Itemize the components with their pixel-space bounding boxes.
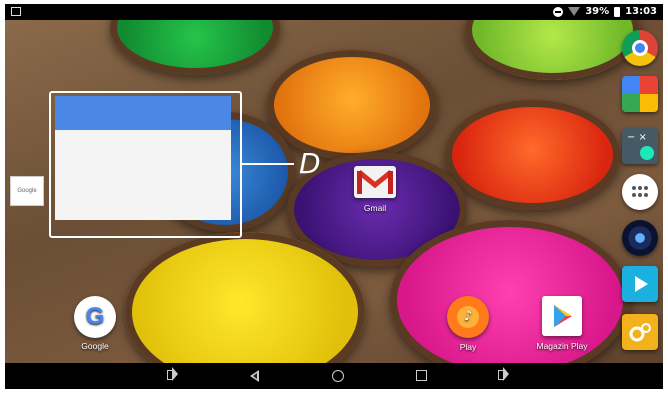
volume-up-icon[interactable] xyxy=(498,367,509,381)
gmail-icon xyxy=(354,166,396,198)
callout-leader-line xyxy=(242,163,294,165)
chrome-icon[interactable] xyxy=(622,30,658,66)
volume-down-icon[interactable] xyxy=(167,367,178,381)
music-speaker-icon[interactable] xyxy=(622,220,658,256)
play-music-icon: ♪ xyxy=(447,296,489,338)
gmail-label: Gmail xyxy=(363,203,387,213)
google-widget-label: Google xyxy=(17,188,37,194)
battery-icon xyxy=(614,6,621,17)
apps-drawer-icon[interactable] xyxy=(622,174,658,210)
recent-apps-icon[interactable] xyxy=(416,370,427,381)
play-store-icon xyxy=(542,296,582,336)
app-play-store[interactable]: Magazin Play xyxy=(532,296,592,351)
photos-icon[interactable] xyxy=(622,76,658,112)
callout-frame xyxy=(49,91,242,238)
callout-letter: D xyxy=(299,147,321,180)
do-not-disturb-icon xyxy=(553,6,564,17)
google-icon: G xyxy=(74,296,116,338)
app-gmail[interactable]: Gmail xyxy=(352,166,398,213)
app-google[interactable]: G Google xyxy=(70,296,120,351)
battery-percent: 39% xyxy=(585,6,610,17)
app-play-music[interactable]: ♪ Play xyxy=(444,296,492,352)
play-store-label: Magazin Play xyxy=(536,341,588,351)
play-music-label: Play xyxy=(459,342,477,352)
video-icon[interactable] xyxy=(622,266,658,302)
orange-powder-bowl xyxy=(267,50,437,160)
pink-powder-bowl xyxy=(390,220,630,363)
green-powder-bowl xyxy=(110,20,280,75)
home-icon[interactable] xyxy=(332,370,344,382)
wifi-icon xyxy=(568,7,581,16)
calculator-icon[interactable]: − × xyxy=(622,128,658,164)
google-search-widget[interactable]: Google xyxy=(10,176,44,206)
google-label: Google xyxy=(81,341,109,351)
navigation-bar xyxy=(5,363,663,389)
red-powder-bowl xyxy=(445,100,620,210)
settings-icon[interactable] xyxy=(622,314,658,350)
screenshot-icon xyxy=(11,7,21,16)
clock: 13:03 xyxy=(625,6,657,17)
status-bar: 39% 13:03 xyxy=(5,4,663,20)
back-icon[interactable] xyxy=(250,370,259,382)
lime-powder-bowl xyxy=(465,20,640,80)
